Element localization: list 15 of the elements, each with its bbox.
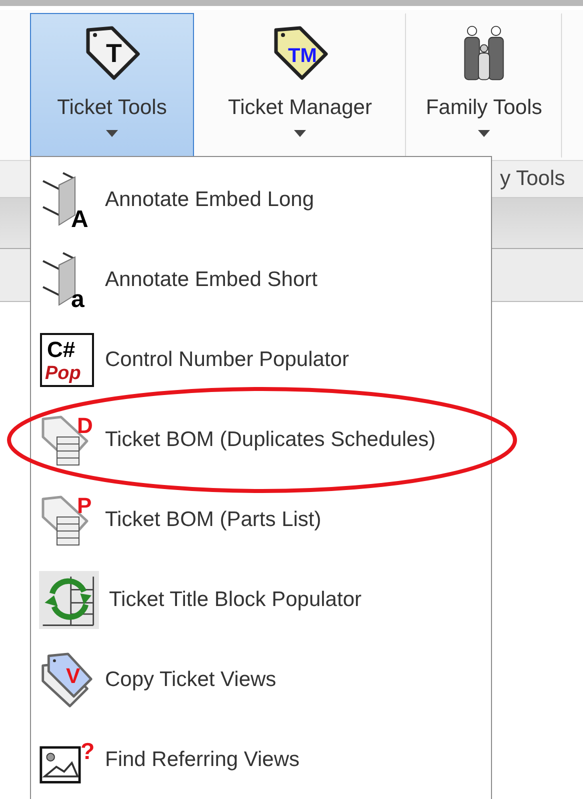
caret-icon bbox=[294, 130, 306, 137]
menu-item[interactable]: a Annotate Embed Short bbox=[31, 240, 491, 320]
menu-item[interactable]: P Ticket BOM (Parts List) bbox=[31, 480, 491, 560]
family-icon bbox=[461, 23, 507, 83]
menu-item[interactable]: V Copy Ticket Views bbox=[31, 640, 491, 720]
panel-label: y Tools bbox=[500, 167, 565, 191]
caret-icon bbox=[478, 130, 490, 137]
code-icon: C# Pop bbox=[39, 332, 95, 388]
menu-item[interactable]: Ticket Title Block Populator bbox=[31, 560, 491, 640]
menu-item[interactable]: A Annotate Embed Long bbox=[31, 160, 491, 240]
caret-icon bbox=[106, 130, 118, 137]
menu-item[interactable]: ? Find Referring Views bbox=[31, 720, 491, 799]
ribbon-button[interactable]: T Ticket Tools bbox=[30, 13, 194, 158]
refresh-table-icon bbox=[39, 571, 99, 629]
menu-item[interactable]: C# Pop Control Number Populator bbox=[31, 320, 491, 400]
